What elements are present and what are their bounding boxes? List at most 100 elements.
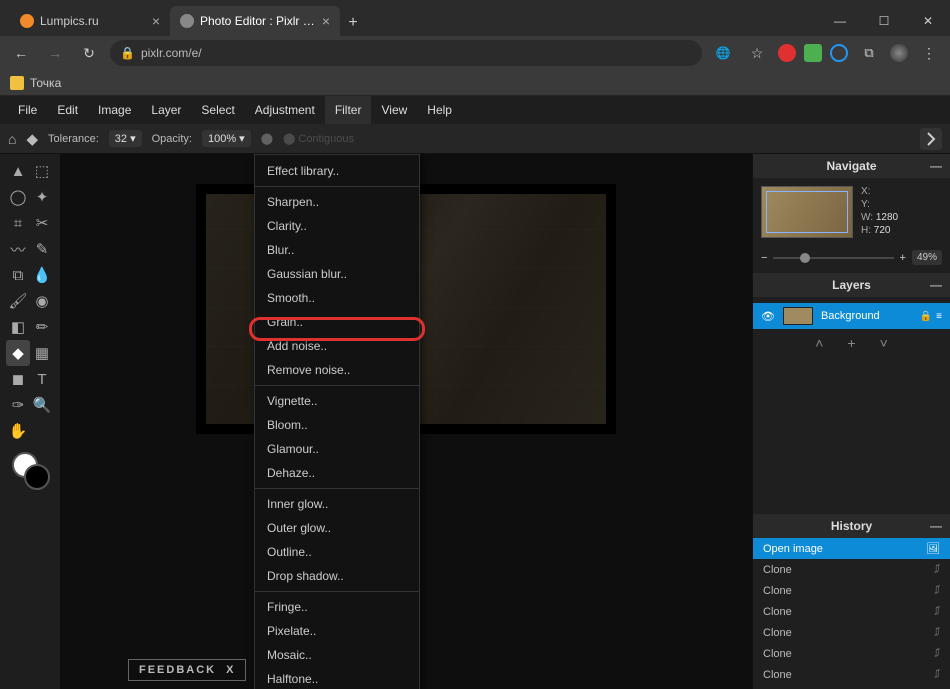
tool-lasso[interactable]: ◯ — [6, 184, 30, 210]
filter-sharpen[interactable]: Sharpen.. — [255, 190, 419, 214]
back-button[interactable]: ← — [8, 40, 34, 66]
window-maximize-button[interactable]: ☐ — [862, 6, 906, 36]
history-item[interactable]: Clone⎎ — [753, 643, 950, 664]
filter-blur[interactable]: Blur.. — [255, 238, 419, 262]
filter-effect-library[interactable]: Effect library.. — [255, 159, 419, 183]
layer-up-button[interactable]: ˄ — [815, 335, 823, 351]
tool-liquify[interactable]: 〰 — [6, 236, 30, 262]
layer-down-button[interactable]: ˅ — [880, 335, 888, 351]
menu-edit[interactable]: Edit — [47, 96, 88, 124]
tool-eraser[interactable]: ◧ — [6, 314, 30, 340]
tool-blur[interactable]: 💧 — [30, 262, 54, 288]
filter-remove-noise[interactable]: Remove noise.. — [255, 358, 419, 382]
menu-select[interactable]: Select — [191, 96, 244, 124]
filter-vignette[interactable]: Vignette.. — [255, 389, 419, 413]
zoom-slider[interactable] — [773, 257, 893, 259]
menu-icon[interactable]: ⋮ — [916, 40, 942, 66]
menu-help[interactable]: Help — [417, 96, 462, 124]
tool-fill[interactable]: ◆ — [6, 340, 30, 366]
translate-icon[interactable]: 🌐 — [710, 40, 736, 66]
background-color[interactable] — [24, 464, 50, 490]
browser-tab-1[interactable]: Photo Editor : Pixlr E - free image… × — [170, 6, 340, 36]
window-minimize-button[interactable]: ― — [818, 6, 862, 36]
reader-icon[interactable]: ⧉ — [856, 40, 882, 66]
history-item[interactable]: Clone⎎ — [753, 559, 950, 580]
profile-avatar[interactable] — [890, 44, 908, 62]
filter-halftone[interactable]: Halftone.. — [255, 667, 419, 689]
close-icon[interactable]: × — [322, 13, 330, 29]
filter-outline[interactable]: Outline.. — [255, 540, 419, 564]
filter-dehaze[interactable]: Dehaze.. — [255, 461, 419, 485]
anti-alias-toggle[interactable]: ⬤ — [261, 132, 273, 145]
filter-drop-shadow[interactable]: Drop shadow.. — [255, 564, 419, 588]
filter-gaussian-blur[interactable]: Gaussian blur.. — [255, 262, 419, 286]
filter-mosaic[interactable]: Mosaic.. — [255, 643, 419, 667]
tool-cut[interactable]: ✂ — [30, 210, 54, 236]
menu-adjustment[interactable]: Adjustment — [245, 96, 325, 124]
extension-icon[interactable] — [804, 44, 822, 62]
menu-view[interactable]: View — [371, 96, 417, 124]
collapse-panel-button[interactable] — [920, 128, 942, 150]
reload-button[interactable]: ↻ — [76, 40, 102, 66]
home-icon[interactable]: ⌂ — [8, 131, 16, 147]
filter-outer-glow[interactable]: Outer glow.. — [255, 516, 419, 540]
tool-pen[interactable]: ✎ — [30, 236, 54, 262]
filter-add-noise[interactable]: Add noise.. — [255, 334, 419, 358]
tool-marquee[interactable]: ⬚ — [30, 158, 54, 184]
star-icon[interactable]: ☆ — [744, 40, 770, 66]
navigate-panel-header[interactable]: Navigate — — [753, 154, 950, 178]
filter-pixelate[interactable]: Pixelate.. — [255, 619, 419, 643]
window-close-button[interactable]: ✕ — [906, 6, 950, 36]
extension-icon[interactable] — [830, 44, 848, 62]
collapse-icon[interactable]: — — [930, 159, 942, 173]
feedback-close[interactable]: X — [226, 664, 235, 676]
close-icon[interactable]: × — [152, 13, 160, 29]
filter-bloom[interactable]: Bloom.. — [255, 413, 419, 437]
filter-smooth[interactable]: Smooth.. — [255, 286, 419, 310]
history-item[interactable]: Open image🖼 — [753, 538, 950, 559]
tool-text[interactable]: T — [30, 366, 54, 392]
history-item[interactable]: Clone⎎ — [753, 580, 950, 601]
menu-layer[interactable]: Layer — [141, 96, 191, 124]
contiguous-toggle[interactable]: ⬤ Contiguous — [283, 132, 354, 145]
menu-file[interactable]: File — [8, 96, 47, 124]
feedback-button[interactable]: FEEDBACK X — [128, 659, 246, 681]
history-item[interactable]: Clone⎎ — [753, 601, 950, 622]
tool-gradient[interactable]: ▦ — [30, 340, 54, 366]
extension-icon[interactable] — [778, 44, 796, 62]
tool-arrow[interactable]: ▲ — [6, 158, 30, 184]
tool-clone[interactable]: ⧉ — [6, 262, 30, 288]
filter-grain[interactable]: Grain.. — [255, 310, 419, 334]
menu-image[interactable]: Image — [88, 96, 141, 124]
collapse-icon[interactable]: — — [930, 519, 942, 533]
tool-shape[interactable]: ◼ — [6, 366, 30, 392]
tool-picker[interactable]: ✑ — [6, 392, 30, 418]
browser-tab-0[interactable]: Lumpics.ru × — [10, 6, 170, 36]
filter-fringe[interactable]: Fringe.. — [255, 595, 419, 619]
tool-brush[interactable]: 🖌 — [6, 288, 30, 314]
history-panel-header[interactable]: History — — [753, 514, 950, 538]
address-bar[interactable]: 🔒 pixlr.com/e/ — [110, 40, 702, 66]
history-item[interactable]: Clone⎎ — [753, 622, 950, 643]
settings-icon[interactable]: ≡ — [936, 311, 942, 322]
add-layer-button[interactable]: + — [847, 335, 855, 351]
layer-item[interactable]: 👁 Background 🔒≡ — [753, 303, 950, 329]
zoom-in-button[interactable]: + — [900, 252, 906, 264]
opacity-value[interactable]: 100% ▾ — [202, 130, 251, 147]
tool-wand[interactable]: ✦ — [30, 184, 54, 210]
history-item[interactable]: Clone⎎ — [753, 664, 950, 685]
menu-filter[interactable]: Filter — [325, 96, 372, 124]
tool-pencil[interactable]: ✏ — [30, 314, 54, 340]
zoom-out-button[interactable]: − — [761, 252, 767, 264]
color-swatches[interactable] — [6, 452, 54, 502]
new-tab-button[interactable]: + — [340, 10, 366, 36]
forward-button[interactable]: → — [42, 40, 68, 66]
filter-clarity[interactable]: Clarity.. — [255, 214, 419, 238]
filter-inner-glow[interactable]: Inner glow.. — [255, 492, 419, 516]
lock-icon[interactable]: 🔒 — [920, 311, 932, 322]
tool-spray[interactable]: ◉ — [30, 288, 54, 314]
bookmark-item[interactable]: Точка — [30, 76, 61, 90]
tool-hand[interactable]: ✋ — [6, 418, 30, 444]
tolerance-value[interactable]: 32 ▾ — [109, 130, 142, 147]
layers-panel-header[interactable]: Layers — — [753, 273, 950, 297]
